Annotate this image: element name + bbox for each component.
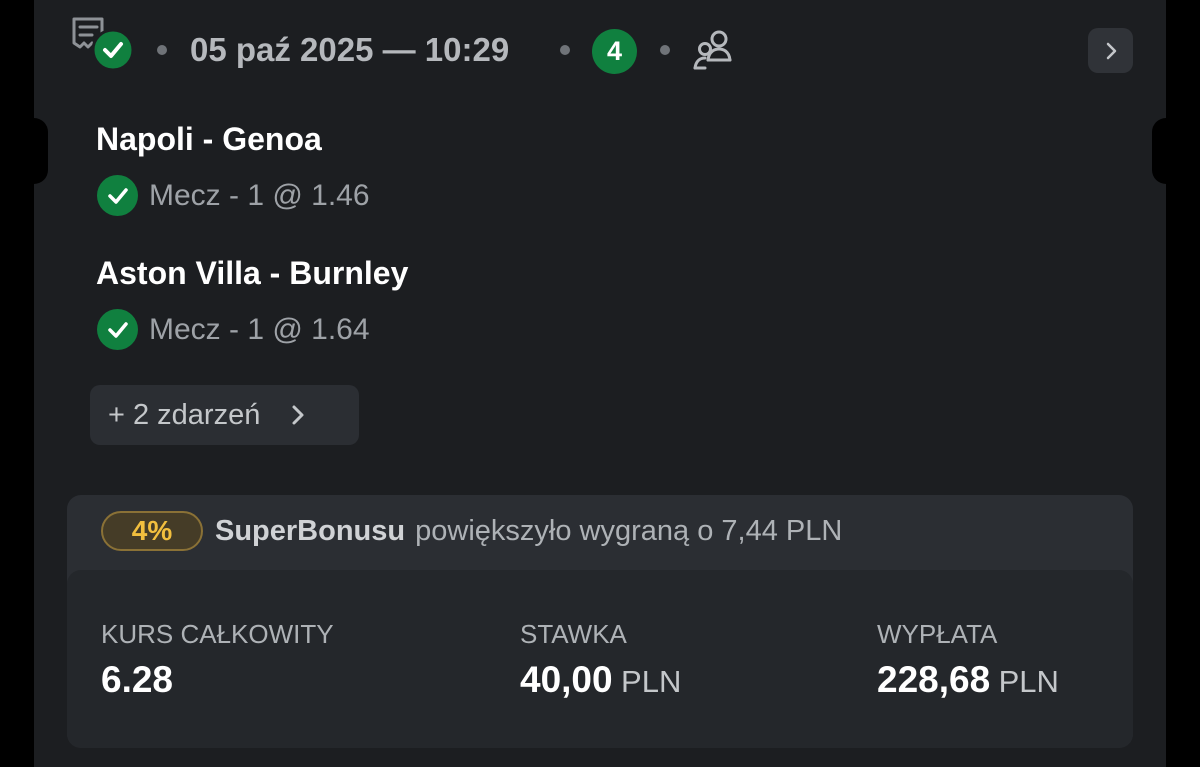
payout-currency: PLN xyxy=(998,664,1059,699)
ticket-datetime: 05 paź 2025 — 10:29 xyxy=(190,31,510,68)
check-icon xyxy=(97,309,138,350)
ticket-notch-left xyxy=(0,118,48,184)
ticket-notch-right xyxy=(1152,118,1200,184)
screen: 05 paź 2025 — 10:29 4 Napoli - Genoa Mec… xyxy=(0,0,1200,767)
stake-number: 40,00 xyxy=(520,659,613,700)
check-icon xyxy=(97,175,138,216)
bonus-description: powiększyło wygraną o 7,44 PLN xyxy=(415,514,843,547)
payout-value: 228,68 PLN xyxy=(877,658,1059,710)
payout-label: WYPŁATA xyxy=(877,619,998,649)
event-title: Napoli - Genoa xyxy=(96,121,322,157)
users-icon[interactable] xyxy=(693,28,739,72)
event-selection: Mecz - 1 @ 1.64 xyxy=(149,313,370,346)
receipt-check-icon xyxy=(70,16,135,72)
more-events-label: + 2 zdarzeń xyxy=(108,398,261,431)
chevron-right-icon xyxy=(1106,42,1116,59)
superbonus-line: 4% SuperBonusu powiększyło wygraną o 7,4… xyxy=(101,511,842,551)
separator-dot xyxy=(157,45,167,55)
stake-label: STAWKA xyxy=(520,619,627,649)
total-odds-value: 6.28 xyxy=(101,658,173,710)
ticket-summary: KURS CAŁKOWITY 6.28 STAWKA 40,00 PLN WYP… xyxy=(67,570,1133,748)
superbonus-box: 4% SuperBonusu powiększyło wygraną o 7,4… xyxy=(67,495,1133,748)
event-title: Aston Villa - Burnley xyxy=(96,255,409,291)
ticket-details-button[interactable] xyxy=(1088,28,1133,73)
event-count-badge: 4 xyxy=(592,29,637,74)
more-events-button[interactable]: + 2 zdarzeń xyxy=(90,385,359,445)
bonus-name: SuperBonusu xyxy=(215,514,406,547)
bonus-percent-badge: 4% xyxy=(101,511,203,551)
total-odds-number: 6.28 xyxy=(101,659,174,700)
separator-dot xyxy=(660,45,670,55)
separator-dot xyxy=(560,45,570,55)
stake-value: 40,00 PLN xyxy=(520,658,681,710)
chevron-right-icon xyxy=(290,403,306,427)
stake-currency: PLN xyxy=(621,664,682,699)
payout-number: 228,68 xyxy=(877,659,991,700)
total-odds-label: KURS CAŁKOWITY xyxy=(101,619,334,649)
event-selection: Mecz - 1 @ 1.46 xyxy=(149,179,370,212)
